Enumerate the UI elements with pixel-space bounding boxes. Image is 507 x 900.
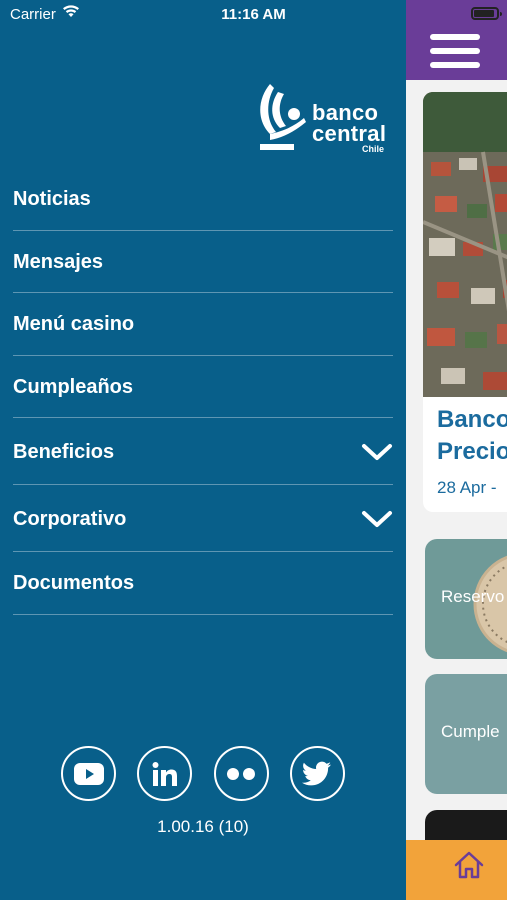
menu-item-label: Noticias [13,188,91,211]
news-card[interactable]: Banco Precio 28 Apr - [423,92,507,512]
chevron-down-icon[interactable] [361,510,393,528]
menu-item-mensajes[interactable]: Mensajes [13,231,393,293]
logo-text-central: central [312,121,387,146]
status-bar: Carrier 11:16 AM [0,0,507,28]
home-icon[interactable] [453,850,485,880]
status-time: 11:16 AM [221,6,286,23]
menu-item-beneficios[interactable]: Beneficios [13,418,393,485]
logo-text-chile: Chile [362,144,385,154]
menu-item-label: Documentos [13,572,135,595]
flickr-icon[interactable] [213,746,269,801]
menu-item-label: Corporativo [13,507,127,530]
aerial-city-image [423,92,507,397]
menu-item-documentos[interactable]: Documentos [13,552,393,615]
banco-central-logo: banco central Chile [256,82,396,154]
chevron-down-icon[interactable] [361,443,393,461]
reservation-card[interactable]: Reservo [425,539,507,659]
menu-item-menu-casino[interactable]: Menú casino [13,293,393,356]
menu-item-label: Cumpleaños [13,375,134,398]
menu-item-label: Beneficios [13,440,115,463]
menu-item-label: Mensajes [13,250,104,273]
birthday-card[interactable]: Cumple [425,674,507,794]
twitter-icon[interactable] [289,746,345,801]
news-title-line2: Precio [437,438,507,465]
drawer-menu: Noticias Mensajes Menú casino Cumpleaños… [13,168,393,615]
menu-item-corporativo[interactable]: Corporativo [13,485,393,552]
news-title-line1: Banco [437,406,507,433]
menu-item-noticias[interactable]: Noticias [13,168,393,231]
reservation-card-label: Reservo [441,587,505,606]
youtube-icon[interactable] [61,746,116,801]
birthday-card-label: Cumple [441,722,500,741]
linkedin-icon[interactable] [137,746,193,801]
bottom-tab-bar [406,840,507,900]
menu-item-label: Menú casino [13,313,135,336]
battery-icon [471,7,502,20]
news-date: 28 Apr - [437,478,497,497]
social-links [61,746,345,802]
background-main-screen[interactable]: Banco Precio 28 Apr - Reservo Cumple [406,0,507,900]
navigation-drawer: banco central Chile Noticias Mensajes Me… [0,0,406,900]
hamburger-menu-icon[interactable] [430,34,480,70]
app-version: 1.00.16 (10) [157,817,249,836]
menu-item-cumpleanos[interactable]: Cumpleaños [13,356,393,418]
